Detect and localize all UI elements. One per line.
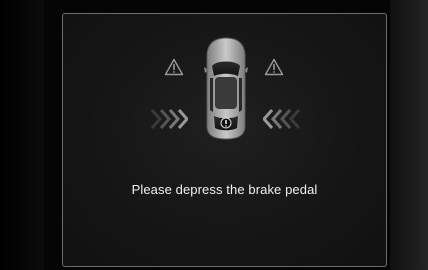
infotainment-screen: Please depress the brake pedal (0, 0, 428, 270)
right-warning-icon (264, 58, 284, 76)
vehicle-top-view-icon (204, 37, 248, 140)
screen-glare (414, 0, 428, 270)
left-bezel (0, 0, 44, 270)
parking-alert-graphic (140, 36, 310, 148)
right-approach-arrows-icon (263, 109, 301, 129)
alert-message: Please depress the brake pedal (131, 182, 318, 197)
left-warning-icon (164, 58, 184, 76)
left-approach-arrows-icon (150, 109, 188, 129)
